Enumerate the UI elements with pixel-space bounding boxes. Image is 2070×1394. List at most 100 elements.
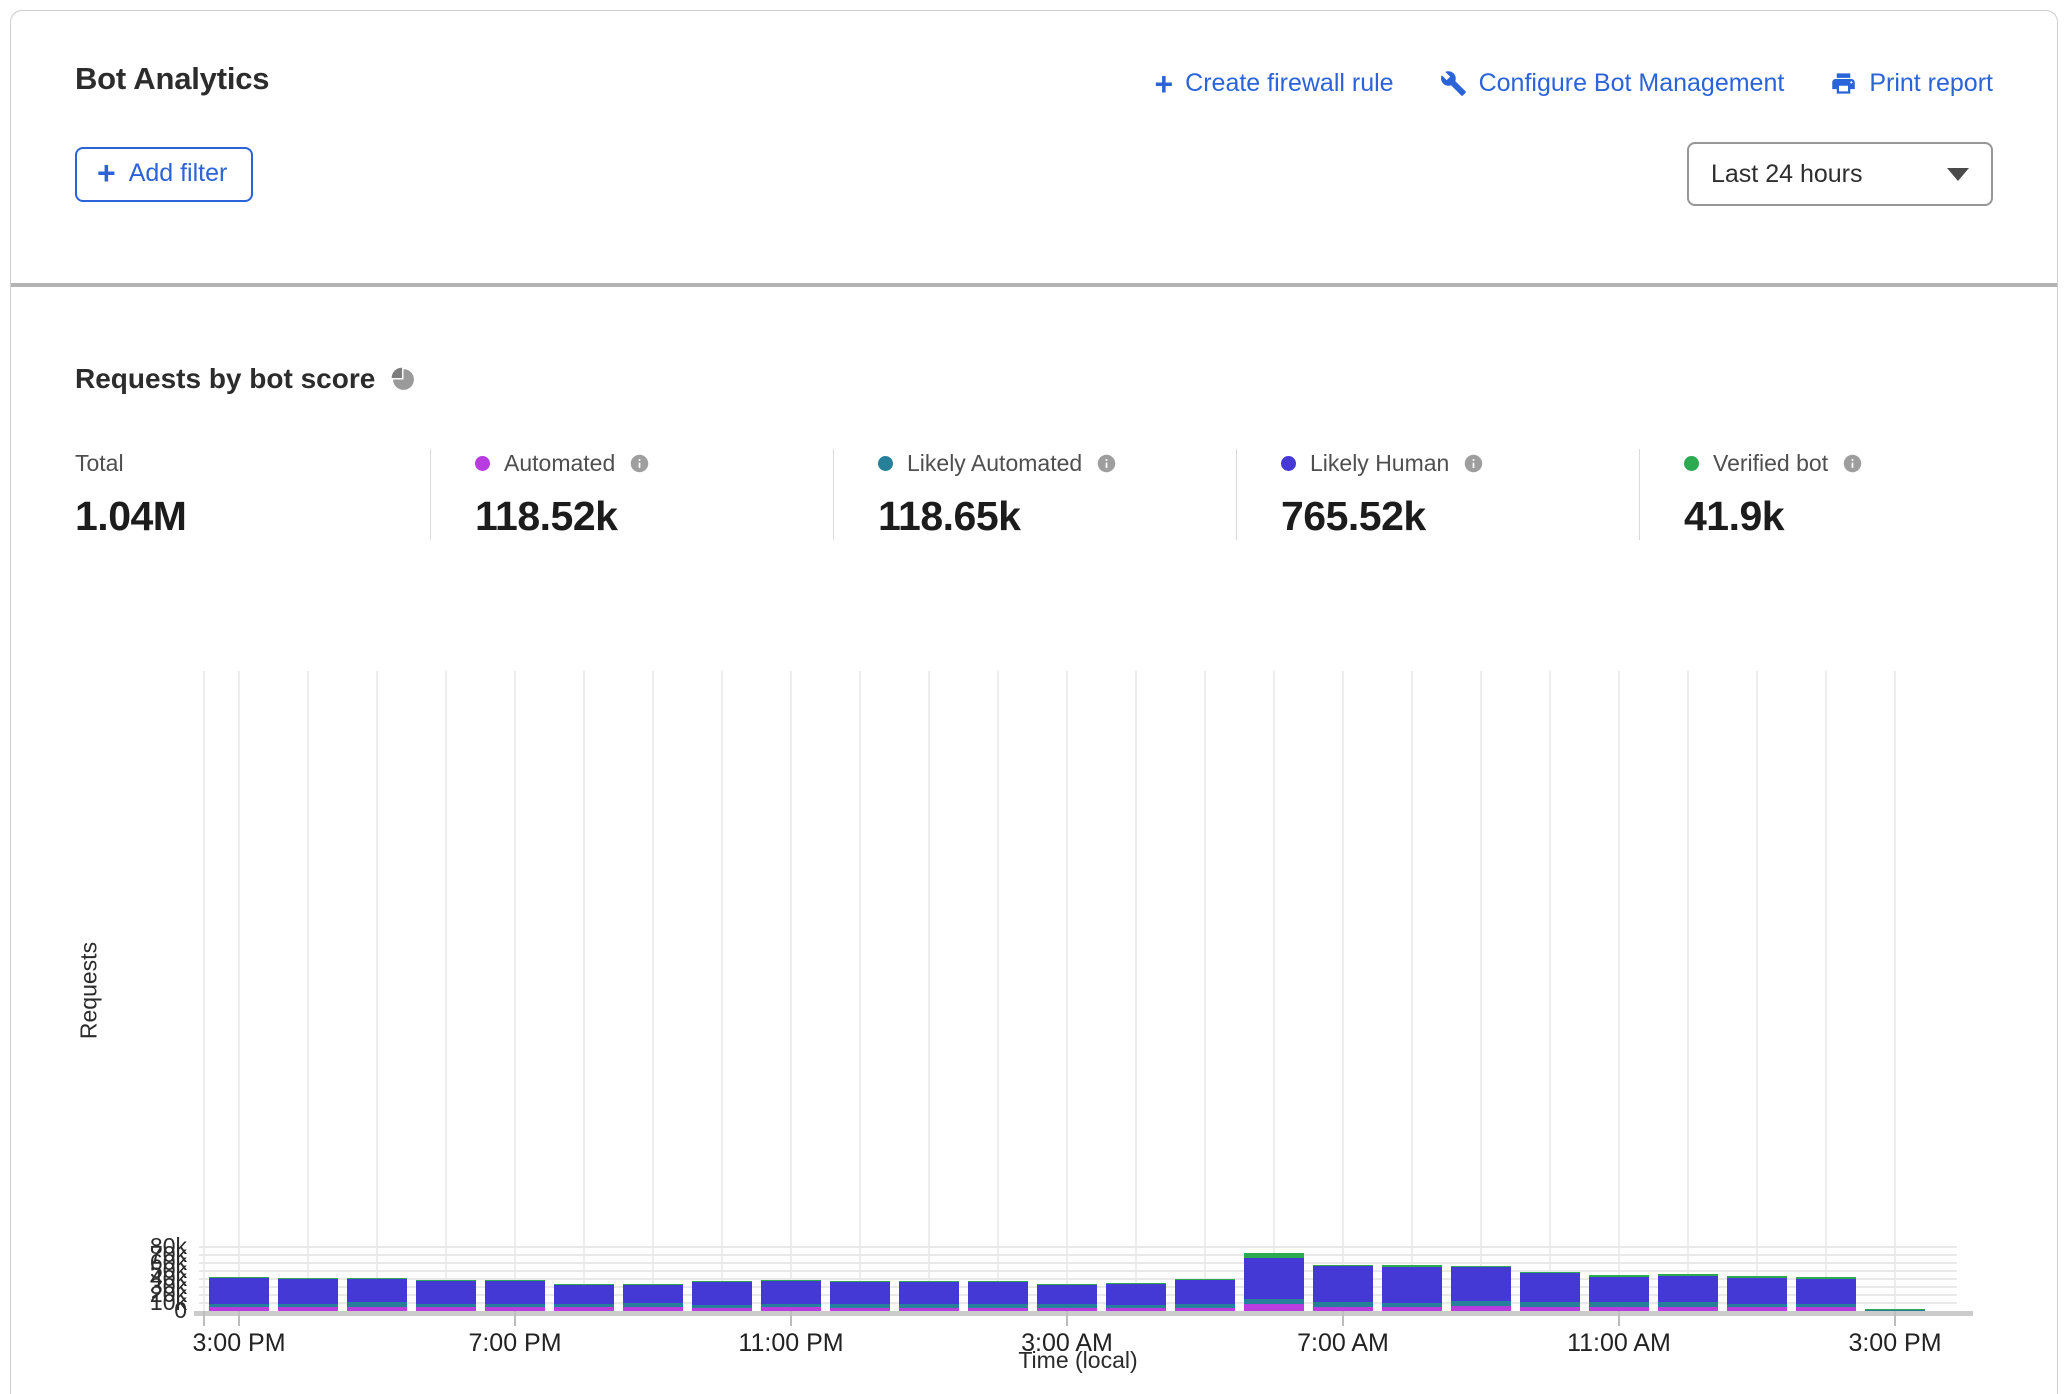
- y-tick-label: 80k: [57, 1233, 187, 1260]
- bar-segment-likely-automated[interactable]: [1589, 1302, 1649, 1306]
- bar-segment-verified-bot[interactable]: [347, 1278, 407, 1279]
- bar-segment-verified-bot[interactable]: [1244, 1253, 1304, 1258]
- bar-segment-likely-human[interactable]: [1037, 1285, 1097, 1304]
- bar-segment-verified-bot[interactable]: [1727, 1276, 1787, 1277]
- vertical-gridline: [1135, 671, 1137, 1311]
- vertical-gridline: [1480, 671, 1482, 1311]
- bar-segment-likely-automated[interactable]: [416, 1304, 476, 1307]
- x-axis-tick: [514, 1311, 516, 1326]
- vertical-gridline: [1411, 671, 1413, 1311]
- bar-segment-verified-bot[interactable]: [1658, 1274, 1718, 1276]
- bar-segment-likely-automated[interactable]: [1796, 1304, 1856, 1307]
- bar-segment-likely-automated[interactable]: [209, 1304, 269, 1308]
- bar-segment-likely-human[interactable]: [1106, 1284, 1166, 1305]
- bar-segment-verified-bot[interactable]: [554, 1284, 614, 1285]
- horizontal-gridline: [199, 1254, 1957, 1256]
- bar-segment-likely-human[interactable]: [1451, 1267, 1511, 1301]
- vertical-gridline: [376, 671, 378, 1311]
- bar-segment-verified-bot[interactable]: [623, 1284, 683, 1285]
- horizontal-gridline: [199, 1270, 1957, 1272]
- bar-segment-likely-human[interactable]: [1589, 1277, 1649, 1303]
- bar-segment-likely-automated[interactable]: [968, 1304, 1028, 1308]
- bar-segment-likely-automated[interactable]: [1244, 1299, 1304, 1305]
- bar-segment-likely-automated[interactable]: [1106, 1305, 1166, 1308]
- vertical-gridline: [1273, 671, 1275, 1311]
- bar-segment-likely-automated[interactable]: [1727, 1304, 1787, 1308]
- x-axis-tick: [790, 1311, 792, 1326]
- bar-segment-verified-bot[interactable]: [1589, 1275, 1649, 1277]
- vertical-gridline: [997, 671, 999, 1311]
- bar-segment-verified-bot[interactable]: [485, 1280, 545, 1281]
- x-axis-tick: [203, 1311, 205, 1326]
- bar-segment-likely-automated[interactable]: [1520, 1302, 1580, 1306]
- bar-segment-likely-human[interactable]: [968, 1282, 1028, 1305]
- bar-segment-likely-human[interactable]: [692, 1282, 752, 1305]
- bar-segment-verified-bot[interactable]: [968, 1281, 1028, 1282]
- bar-segment-likely-automated[interactable]: [1658, 1302, 1718, 1307]
- bar-segment-likely-human[interactable]: [278, 1279, 338, 1303]
- bar-segment-likely-human[interactable]: [347, 1279, 407, 1302]
- bar-segment-verified-bot[interactable]: [761, 1280, 821, 1281]
- bar-segment-likely-human[interactable]: [761, 1280, 821, 1303]
- bar-segment-verified-bot[interactable]: [209, 1277, 269, 1278]
- bar-segment-likely-human[interactable]: [1658, 1276, 1718, 1302]
- bar-segment-likely-human[interactable]: [1796, 1279, 1856, 1304]
- bar-segment-likely-automated[interactable]: [761, 1304, 821, 1308]
- bot-analytics-card: Bot Analytics +Create firewall ruleConfi…: [10, 10, 2058, 1394]
- bar-segment-likely-automated[interactable]: [692, 1305, 752, 1308]
- x-tick-label: 3:00 PM: [1848, 1329, 1941, 1358]
- bar-segment-likely-human[interactable]: [623, 1285, 683, 1302]
- bar-segment-likely-automated[interactable]: [899, 1304, 959, 1308]
- bar-segment-verified-bot[interactable]: [1313, 1265, 1373, 1266]
- x-axis-tick: [1618, 1311, 1620, 1326]
- bar-segment-verified-bot[interactable]: [278, 1278, 338, 1279]
- x-axis-tick: [238, 1311, 240, 1326]
- bar-segment-likely-human[interactable]: [554, 1284, 614, 1303]
- bar-segment-likely-automated[interactable]: [830, 1304, 890, 1308]
- bar-segment-likely-automated[interactable]: [485, 1304, 545, 1308]
- bar-segment-verified-bot[interactable]: [830, 1281, 890, 1282]
- vertical-gridline: [307, 671, 309, 1311]
- vertical-gridline: [203, 671, 205, 1311]
- x-tick-label: 3:00 AM: [1021, 1329, 1113, 1358]
- bar-segment-likely-human[interactable]: [1520, 1273, 1580, 1302]
- bar-segment-verified-bot[interactable]: [1796, 1277, 1856, 1278]
- bar-segment-likely-automated[interactable]: [554, 1304, 614, 1308]
- bar-segment-automated[interactable]: [1244, 1304, 1304, 1311]
- bar-segment-verified-bot[interactable]: [899, 1281, 959, 1282]
- bar-segment-likely-human[interactable]: [1382, 1267, 1442, 1303]
- bar-segment-likely-human[interactable]: [899, 1282, 959, 1304]
- bar-segment-likely-human[interactable]: [1244, 1258, 1304, 1299]
- bar-segment-likely-automated[interactable]: [1037, 1304, 1097, 1308]
- bar-segment-likely-automated[interactable]: [1175, 1304, 1235, 1308]
- bar-segment-likely-human[interactable]: [1313, 1266, 1373, 1302]
- bar-segment-verified-bot[interactable]: [1520, 1272, 1580, 1273]
- vertical-gridline: [1894, 671, 1896, 1311]
- horizontal-gridline: [199, 1262, 1957, 1264]
- bar-segment-likely-human[interactable]: [209, 1278, 269, 1304]
- requests-by-bot-score-chart: Requests Time (local) 010k20k30k40k50k60…: [11, 11, 2057, 1394]
- horizontal-gridline: [199, 1246, 1957, 1248]
- bar-segment-verified-bot[interactable]: [1175, 1279, 1235, 1280]
- bar-segment-likely-human[interactable]: [830, 1282, 890, 1304]
- bar-segment-verified-bot[interactable]: [1451, 1266, 1511, 1267]
- vertical-gridline: [1066, 671, 1068, 1311]
- bar-segment-likely-human[interactable]: [1727, 1278, 1787, 1304]
- bar-segment-verified-bot[interactable]: [1106, 1283, 1166, 1284]
- bar-segment-likely-automated[interactable]: [623, 1303, 683, 1307]
- vertical-gridline: [514, 671, 516, 1311]
- bar-segment-likely-automated[interactable]: [1313, 1302, 1373, 1307]
- bar-segment-likely-automated[interactable]: [1382, 1303, 1442, 1307]
- vertical-gridline: [583, 671, 585, 1311]
- bar-segment-likely-automated[interactable]: [278, 1304, 338, 1308]
- bar-segment-likely-human[interactable]: [416, 1281, 476, 1303]
- bar-segment-likely-automated[interactable]: [1451, 1301, 1511, 1306]
- bar-segment-verified-bot[interactable]: [1037, 1284, 1097, 1286]
- bar-segment-verified-bot[interactable]: [1382, 1265, 1442, 1267]
- bar-segment-verified-bot[interactable]: [692, 1281, 752, 1282]
- bar-segment-likely-human[interactable]: [1175, 1280, 1235, 1304]
- vertical-gridline: [1204, 671, 1206, 1311]
- bar-segment-verified-bot[interactable]: [416, 1280, 476, 1281]
- bar-segment-likely-automated[interactable]: [347, 1302, 407, 1307]
- bar-segment-likely-human[interactable]: [485, 1281, 545, 1303]
